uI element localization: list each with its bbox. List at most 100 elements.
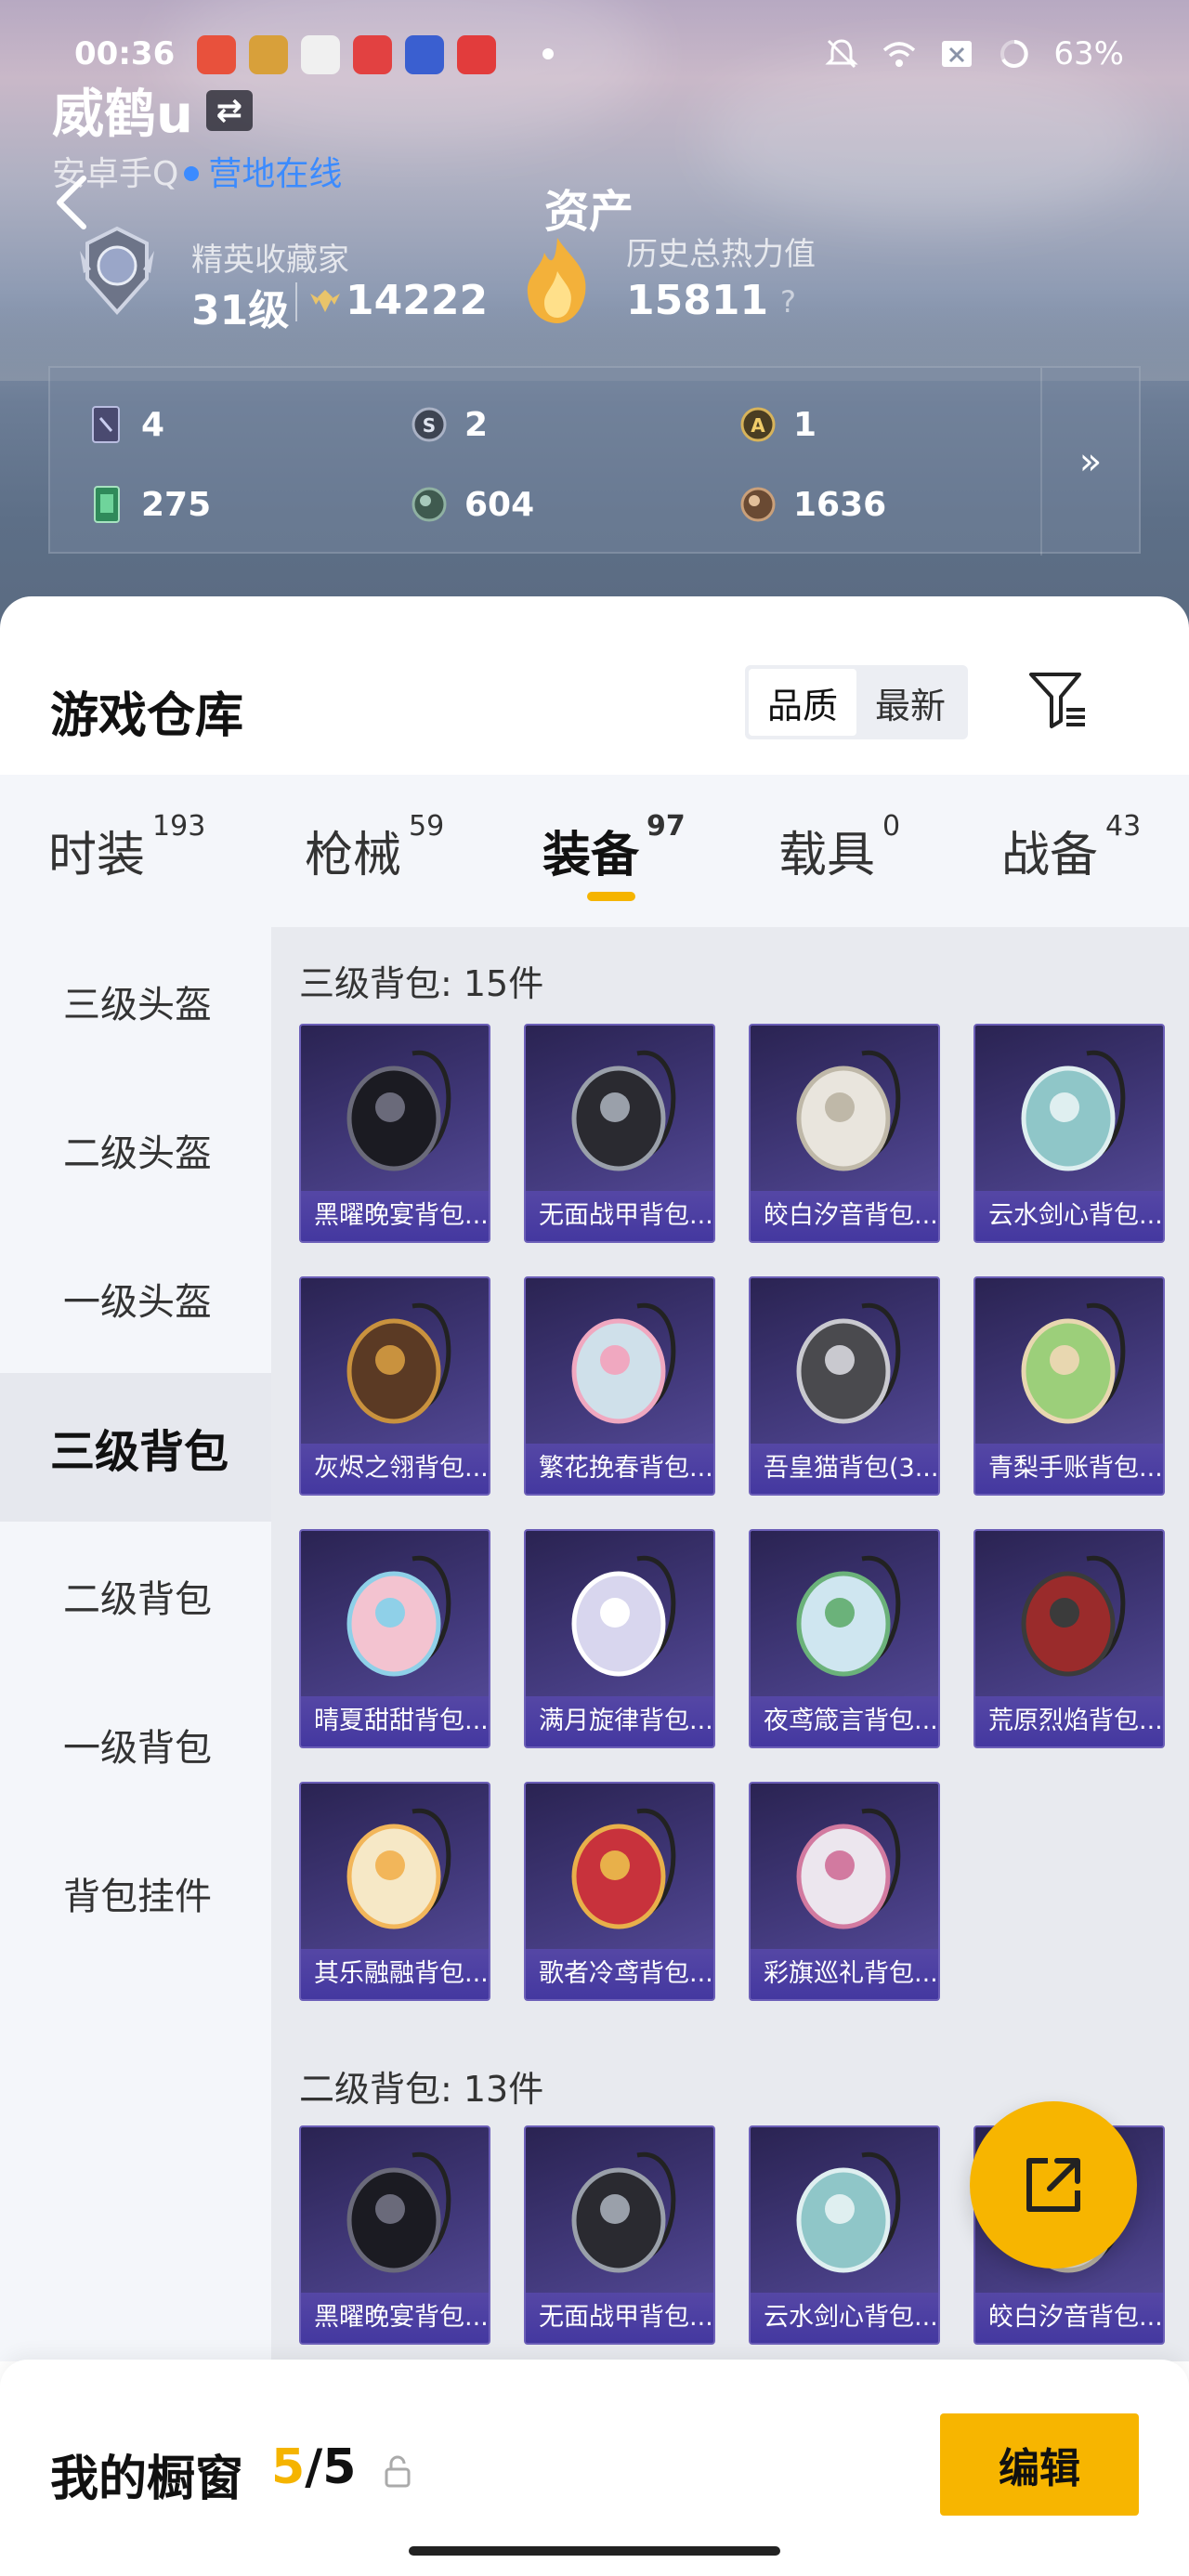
item-name: 彩旗巡礼背包...	[751, 1949, 938, 1999]
tab-guns[interactable]: 枪械 59	[305, 810, 444, 885]
item-card[interactable]: 灰烬之翎背包...	[299, 1276, 490, 1496]
item-name: 皎白汐音背包...	[751, 1191, 938, 1241]
tab-fashion[interactable]: 时装 193	[48, 810, 205, 885]
stat-value: 604	[464, 485, 535, 524]
battery-icon	[1000, 40, 1029, 68]
card-icon	[92, 406, 120, 443]
a-coin-icon: A	[740, 407, 776, 442]
showcase-label: 我的橱窗	[50, 2452, 244, 2507]
sidebar-item-helmet-2[interactable]: 二级头盔	[0, 1076, 271, 1224]
tab-supplies[interactable]: 战备 43	[1001, 810, 1141, 885]
flame-icon	[527, 238, 586, 323]
item-name: 晴夏甜甜背包...	[301, 1696, 489, 1746]
item-name: 满月旋律背包...	[526, 1696, 713, 1746]
item-card[interactable]: 满月旋律背包...	[524, 1529, 715, 1748]
sidebar-item-backpack-2[interactable]: 二级背包	[0, 1522, 271, 1670]
item-name: 云水剑心背包...	[751, 2293, 938, 2343]
svg-text:S: S	[423, 414, 436, 437]
mute-icon	[825, 39, 859, 69]
app-notification-icon	[353, 35, 392, 74]
app-notification-icon	[405, 35, 444, 74]
item-card[interactable]: 歌者冷鸢背包...	[524, 1782, 715, 2001]
collector-title: 精英收藏家	[191, 242, 349, 279]
tab-label: 载具	[778, 828, 876, 883]
item-card[interactable]: 夜鸢箴言背包...	[749, 1529, 940, 1748]
jellyfish-backpack-icon	[796, 1555, 901, 1677]
item-card[interactable]: 其乐融融背包...	[299, 1782, 490, 2001]
help-icon[interactable]: ?	[780, 284, 796, 320]
item-card[interactable]: 晴夏甜甜背包...	[299, 1529, 490, 1748]
stat-bronze-orb: 1636	[739, 483, 886, 526]
tab-equipment[interactable]: 装备 97	[542, 810, 686, 885]
item-name: 皎白汐音背包...	[975, 2293, 1163, 2343]
item-card[interactable]: 繁花挽春背包...	[524, 1276, 715, 1496]
item-name: 吾皇猫背包(3...	[751, 1444, 938, 1494]
s-coin-icon: S	[412, 407, 447, 442]
currency-stats-panel[interactable]: 4 S 2 A 1 275 604 1636 »	[48, 366, 1141, 556]
item-card[interactable]: 无面战甲背包...	[524, 1024, 715, 1243]
pouch-backpack-icon	[571, 1808, 676, 1929]
switch-account-icon[interactable]: ⇄	[205, 89, 253, 131]
filter-icon[interactable]	[1026, 667, 1091, 732]
battery-percent: 63%	[1053, 35, 1124, 72]
sidebar-item-backpack-charm[interactable]: 背包挂件	[0, 1819, 271, 1968]
stat-a-coin: A 1	[739, 403, 817, 446]
sidebar-item-backpack-1[interactable]: 一级背包	[0, 1670, 271, 1819]
tab-label: 时装	[48, 828, 146, 883]
warehouse-title: 游戏仓库	[50, 688, 244, 744]
stat-value: 4	[141, 405, 165, 444]
sidebar-item-helmet-1[interactable]: 一级头盔	[0, 1224, 271, 1373]
collector-medal-icon	[80, 226, 154, 316]
item-card[interactable]: 彩旗巡礼背包...	[749, 1782, 940, 2001]
heat-value: 15811	[626, 277, 769, 324]
item-name: 无面战甲背包...	[526, 1191, 713, 1241]
item-card[interactable]: 黑曜晚宴背包...	[299, 1024, 490, 1243]
item-name: 其乐融融背包...	[301, 1949, 489, 1999]
share-button[interactable]	[970, 2101, 1137, 2269]
cat-backpack-icon	[796, 1302, 901, 1424]
item-card[interactable]: 无面战甲背包...	[524, 2125, 715, 2345]
wifi-icon	[883, 42, 916, 67]
sidebar-item-helmet-3[interactable]: 三级头盔	[0, 927, 271, 1076]
subcategory-sidebar: 三级头盔 二级头盔 一级头盔 三级背包 二级背包 一级背包 背包挂件	[0, 927, 271, 2361]
tab-count: 0	[882, 810, 901, 843]
warehouse-sheet: 游戏仓库 品质 最新 时装 193 枪械 59 装备 97 载具 0 战备 43 三级头	[0, 596, 1189, 2361]
item-name: 歌者冷鸢背包...	[526, 1949, 713, 1999]
edit-button[interactable]: 编辑	[940, 2413, 1139, 2516]
notification-app-icons	[197, 35, 496, 74]
showcase-current: 5	[271, 2439, 306, 2495]
online-dot	[184, 166, 200, 181]
svg-text:A: A	[751, 414, 765, 437]
sort-option-newest[interactable]: 最新	[856, 669, 964, 736]
wings-badge-icon	[310, 290, 340, 312]
divider	[295, 282, 297, 321]
sort-option-quality[interactable]: 品质	[749, 669, 856, 736]
app-notification-icon	[301, 35, 340, 74]
sort-toggle: 品质 最新	[745, 665, 968, 739]
section-title: 二级背包: 13件	[299, 2069, 544, 2110]
tab-vehicles[interactable]: 载具 0	[778, 810, 900, 885]
app-notification-icon	[457, 35, 496, 74]
username-text: 威鹤u	[52, 85, 193, 145]
item-name: 无面战甲背包...	[526, 2293, 713, 2343]
sidebar-item-backpack-3[interactable]: 三级背包	[0, 1373, 271, 1522]
item-card[interactable]: 皎白汐音背包...	[749, 1024, 940, 1243]
item-name: 黑曜晚宴背包...	[301, 1191, 489, 1241]
home-indicator[interactable]	[409, 2546, 780, 2556]
stat-card: 4	[87, 403, 164, 446]
tab-count: 97	[647, 810, 686, 843]
dog-backpack-icon	[346, 2151, 451, 2273]
item-card[interactable]: 青梨手账背包...	[973, 1276, 1165, 1496]
more-chevron-icon[interactable]: »	[1040, 368, 1139, 556]
item-card[interactable]: 吾皇猫背包(3...	[749, 1276, 940, 1496]
item-card[interactable]: 云水剑心背包...	[749, 2125, 940, 2345]
stat-s-coin: S 2	[411, 403, 488, 446]
app-notification-icon	[197, 35, 236, 74]
item-name: 云水剑心背包...	[975, 1191, 1163, 1241]
item-card[interactable]: 云水剑心背包...	[973, 1024, 1165, 1243]
lock-icon	[385, 2455, 411, 2488]
item-card[interactable]: 荒原烈焰背包...	[973, 1529, 1165, 1748]
stat-value: 1	[793, 405, 817, 444]
tab-label: 战备	[1001, 828, 1099, 883]
item-card[interactable]: 黑曜晚宴背包...	[299, 2125, 490, 2345]
